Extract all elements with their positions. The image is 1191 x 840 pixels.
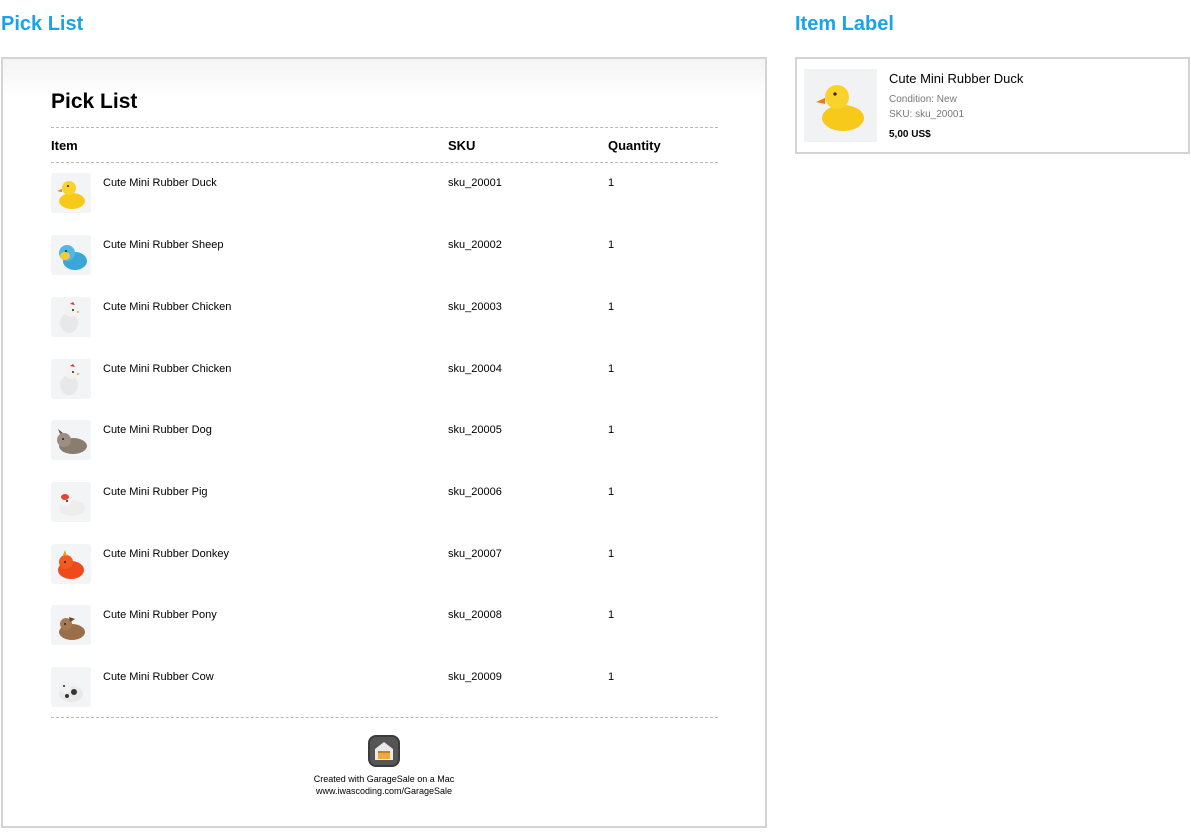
pick-list-section-heading: Pick List [1, 13, 84, 35]
item-quantity: 1 [608, 548, 615, 560]
item-sku: sku_20003 [448, 301, 502, 313]
item-quantity: 1 [608, 301, 615, 313]
dog-thumbnail [51, 420, 91, 460]
table-row: Cute Mini Rubber Chicken sku_20004 1 [51, 351, 718, 399]
item-sku: sku_20007 [448, 548, 502, 560]
item-sku: sku_20004 [448, 363, 502, 375]
item-sku: sku_20008 [448, 609, 502, 621]
header-top-divider [51, 127, 718, 128]
pick-list-page: Pick List Item SKU Quantity Cute Mini Ru… [1, 57, 767, 828]
item-label-section-heading: Item Label [795, 13, 894, 35]
garagesale-logo-icon [367, 734, 401, 768]
label-price: 5,00 US$ [889, 129, 931, 140]
label-sku: SKU: sku_20001 [889, 109, 965, 120]
item-name: Cute Mini Rubber Chicken [103, 363, 232, 375]
column-header-sku: SKU [448, 138, 476, 153]
item-name: Cute Mini Rubber Duck [103, 177, 217, 189]
duck-thumbnail [804, 69, 877, 142]
column-header-item: Item [51, 138, 78, 153]
footer-divider [51, 717, 718, 718]
donkey-thumbnail [51, 544, 91, 584]
header-bottom-divider [51, 162, 718, 163]
table-row: Cute Mini Rubber Dog sku_20005 1 [51, 412, 718, 460]
chicken-thumbnail [51, 359, 91, 399]
item-name: Cute Mini Rubber Donkey [103, 548, 229, 560]
item-quantity: 1 [608, 424, 615, 436]
table-row: Cute Mini Rubber Pony sku_20008 1 [51, 597, 718, 645]
item-name: Cute Mini Rubber Cow [103, 671, 214, 683]
item-sku: sku_20006 [448, 486, 502, 498]
item-sku: sku_20005 [448, 424, 502, 436]
table-row: Cute Mini Rubber Sheep sku_20002 1 [51, 227, 718, 275]
table-row: Cute Mini Rubber Chicken sku_20003 1 [51, 289, 718, 337]
page-title: Pick List [51, 90, 138, 113]
item-name: Cute Mini Rubber Sheep [103, 239, 224, 251]
sheep-thumbnail [51, 235, 91, 275]
item-quantity: 1 [608, 363, 615, 375]
item-quantity: 1 [608, 609, 615, 621]
pony-thumbnail [51, 605, 91, 645]
item-quantity: 1 [608, 486, 615, 498]
column-header-quantity: Quantity [608, 138, 661, 153]
item-name: Cute Mini Rubber Chicken [103, 301, 232, 313]
label-item-title: Cute Mini Rubber Duck [889, 71, 1024, 86]
item-sku: sku_20009 [448, 671, 502, 683]
table-row: Cute Mini Rubber Pig sku_20006 1 [51, 474, 718, 522]
item-label-card: Cute Mini Rubber Duck Condition: New SKU… [795, 57, 1190, 154]
item-sku: sku_20001 [448, 177, 502, 189]
chicken-thumbnail [51, 297, 91, 337]
table-row: Cute Mini Rubber Donkey sku_20007 1 [51, 536, 718, 584]
footer-link[interactable]: www.iwascoding.com/GarageSale [3, 785, 765, 797]
item-sku: sku_20002 [448, 239, 502, 251]
item-name: Cute Mini Rubber Dog [103, 424, 212, 436]
item-quantity: 1 [608, 177, 615, 189]
item-quantity: 1 [608, 671, 615, 683]
cow-thumbnail [51, 667, 91, 707]
pig-thumbnail [51, 482, 91, 522]
item-name: Cute Mini Rubber Pig [103, 486, 208, 498]
item-quantity: 1 [608, 239, 615, 251]
item-name: Cute Mini Rubber Pony [103, 609, 217, 621]
label-condition: Condition: New [889, 94, 957, 105]
footer-credit: Created with GarageSale on a Mac [313, 774, 455, 784]
duck-thumbnail [51, 173, 91, 213]
table-row: Cute Mini Rubber Duck sku_20001 1 [51, 165, 718, 213]
table-row: Cute Mini Rubber Cow sku_20009 1 [51, 659, 718, 707]
